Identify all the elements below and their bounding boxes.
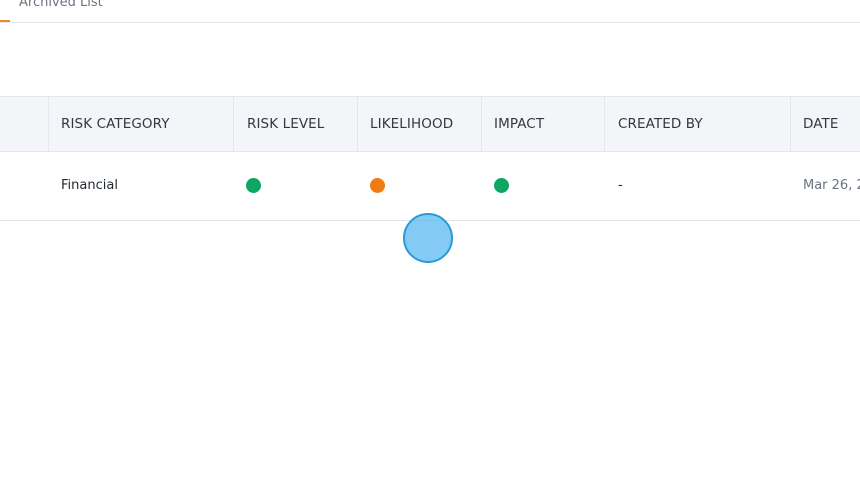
column-header-likelihood[interactable]: LIKELIHOOD xyxy=(370,97,453,151)
cell-created-by: - xyxy=(618,178,623,193)
tab-archived-list[interactable]: Archived List xyxy=(19,0,103,13)
column-divider xyxy=(48,97,49,151)
column-divider xyxy=(233,97,234,151)
column-header-risk-level[interactable]: RISK LEVEL xyxy=(247,97,324,151)
tab-active-indicator[interactable] xyxy=(0,0,10,22)
column-header-impact[interactable]: IMPACT xyxy=(494,97,544,151)
risk-table: RISK CATEGORY RISK LEVEL LIKELIHOOD IMPA… xyxy=(0,96,860,221)
likelihood-indicator xyxy=(370,178,385,193)
column-divider xyxy=(357,97,358,151)
column-divider xyxy=(481,97,482,151)
tab-bar: Archived List xyxy=(0,0,860,23)
column-divider xyxy=(790,97,791,151)
column-header-date[interactable]: DATE xyxy=(803,97,839,151)
column-header-risk-category[interactable]: RISK CATEGORY xyxy=(61,97,170,151)
risk-level-indicator xyxy=(246,178,261,193)
column-header-created-by[interactable]: CREATED BY xyxy=(618,97,703,151)
table-row[interactable]: Financial - Mar 26, 2 xyxy=(0,152,860,221)
impact-indicator xyxy=(494,178,509,193)
page: Archived List RISK CATEGORY RISK LEVEL L… xyxy=(0,0,860,481)
column-divider xyxy=(604,97,605,151)
cursor-click-indicator xyxy=(403,213,453,263)
cell-date: Mar 26, 2 xyxy=(803,178,860,193)
table-header: RISK CATEGORY RISK LEVEL LIKELIHOOD IMPA… xyxy=(0,96,860,152)
cell-risk-category: Financial xyxy=(61,178,118,193)
